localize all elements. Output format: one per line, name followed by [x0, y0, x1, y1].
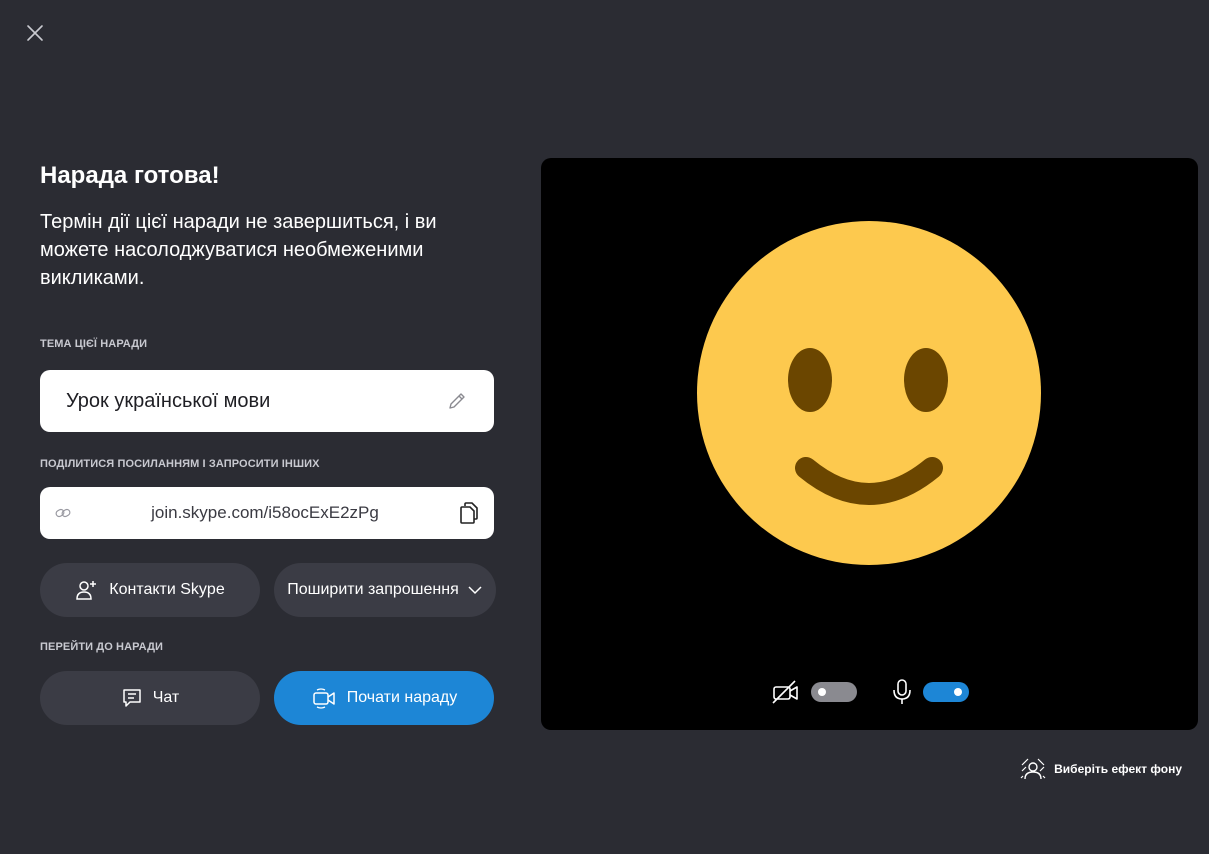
meeting-link: join.skype.com/i58ocExE2zPg	[151, 503, 379, 522]
media-controls	[541, 678, 1198, 706]
go-to-meeting-label: ПЕРЕЙТИ ДО НАРАДИ	[40, 641, 164, 653]
mic-control	[891, 678, 969, 706]
chevron-down-icon	[467, 585, 483, 595]
meeting-description: Термін дії цієї наради не завершиться, і…	[40, 211, 437, 289]
skype-contacts-label: Контакти Skype	[109, 581, 225, 598]
start-meeting-label: Почати нараду	[346, 689, 458, 706]
meeting-setup-panel: Нарада готова! Термін дії цієї наради не…	[40, 160, 496, 725]
share-invite-button[interactable]: Поширити запрошення	[274, 563, 496, 617]
link-icon	[54, 504, 72, 522]
page-title: Нарада готова!	[40, 162, 220, 189]
chat-icon	[121, 687, 143, 709]
skype-contacts-button[interactable]: Контакти Skype	[40, 563, 260, 617]
topic-label: ТЕМА ЦІЄЇ НАРАДИ	[40, 338, 148, 350]
camera-toggle[interactable]	[810, 682, 857, 702]
camera-control	[771, 679, 857, 705]
copy-icon[interactable]	[458, 501, 480, 525]
start-meeting-button[interactable]: Почати нараду	[274, 671, 494, 725]
camera-off-icon	[771, 679, 801, 705]
topic-value: Урок української мови	[66, 389, 271, 412]
share-label: ПОДІЛИТИСЯ ПОСИЛАННЯМ І ЗАПРОСИТИ ІНШИХ	[40, 458, 320, 470]
background-effect-label: Виберіть ефект фону	[1054, 762, 1182, 776]
video-call-icon	[311, 687, 337, 709]
chat-button[interactable]: Чат	[40, 671, 260, 725]
close-button[interactable]	[22, 20, 48, 46]
pencil-icon[interactable]	[446, 390, 468, 412]
microphone-icon	[891, 678, 913, 706]
chat-label: Чат	[152, 689, 180, 706]
topic-field[interactable]: Урок української мови	[40, 370, 494, 432]
mic-toggle[interactable]	[922, 682, 969, 702]
background-effect-button[interactable]: Виберіть ефект фону	[1020, 757, 1182, 781]
add-contact-icon	[75, 579, 99, 601]
background-effect-icon	[1020, 757, 1046, 781]
video-preview	[541, 158, 1198, 730]
smiley-avatar	[697, 221, 1041, 565]
share-invite-label: Поширити запрошення	[287, 581, 459, 598]
close-icon	[27, 25, 43, 41]
meeting-link-field[interactable]: join.skype.com/i58ocExE2zPg	[40, 487, 494, 539]
